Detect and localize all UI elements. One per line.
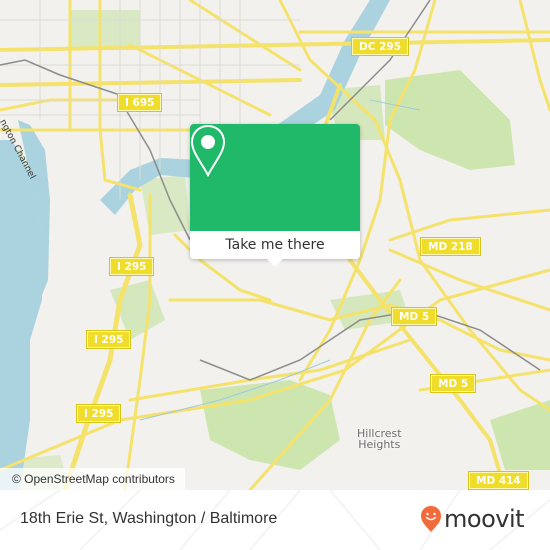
road-shield-i295: I 295 bbox=[75, 404, 122, 423]
map-attribution[interactable]: © OpenStreetMap contributors bbox=[0, 468, 185, 490]
map-pin-icon bbox=[190, 124, 226, 178]
footer-bar: 18th Erie St, Washington / Baltimore moo… bbox=[0, 490, 550, 550]
moovit-pin-smile-icon bbox=[421, 506, 441, 532]
road bbox=[0, 78, 302, 87]
road-shield-md5: MD 5 bbox=[390, 307, 438, 326]
road-shield-md218: MD 218 bbox=[420, 237, 481, 256]
road bbox=[188, 0, 302, 72]
road-shield-dc295: DC 295 bbox=[351, 37, 409, 56]
place-label-hillcrest-heights: Hillcrest Heights bbox=[357, 428, 402, 450]
place-label-line: Heights bbox=[358, 438, 401, 451]
take-me-there-button[interactable]: Take me there bbox=[190, 231, 360, 259]
road-shield-i295: I 295 bbox=[85, 330, 132, 349]
map-view[interactable]: I 695 DC 295 I 295 I 295 I 295 MD 218 MD… bbox=[0, 0, 550, 490]
moovit-wordmark: moovit bbox=[444, 505, 525, 533]
address-text: 18th Erie St, Washington / Baltimore bbox=[20, 510, 278, 527]
popup-pin-area[interactable] bbox=[190, 124, 360, 231]
road-shield-md414: MD 414 bbox=[468, 471, 529, 490]
park-anacostia-hills bbox=[385, 70, 515, 170]
park-southeast bbox=[490, 400, 550, 470]
road bbox=[388, 248, 550, 312]
road-shield-i295: I 295 bbox=[108, 257, 155, 276]
road bbox=[518, 0, 550, 112]
road-shield-i695: I 695 bbox=[116, 93, 163, 112]
moovit-logo[interactable]: moovit bbox=[420, 504, 525, 534]
popup-pointer bbox=[267, 259, 283, 267]
location-popup: Take me there bbox=[190, 124, 360, 267]
road bbox=[0, 98, 122, 112]
road-shield-md5: MD 5 bbox=[429, 374, 477, 393]
